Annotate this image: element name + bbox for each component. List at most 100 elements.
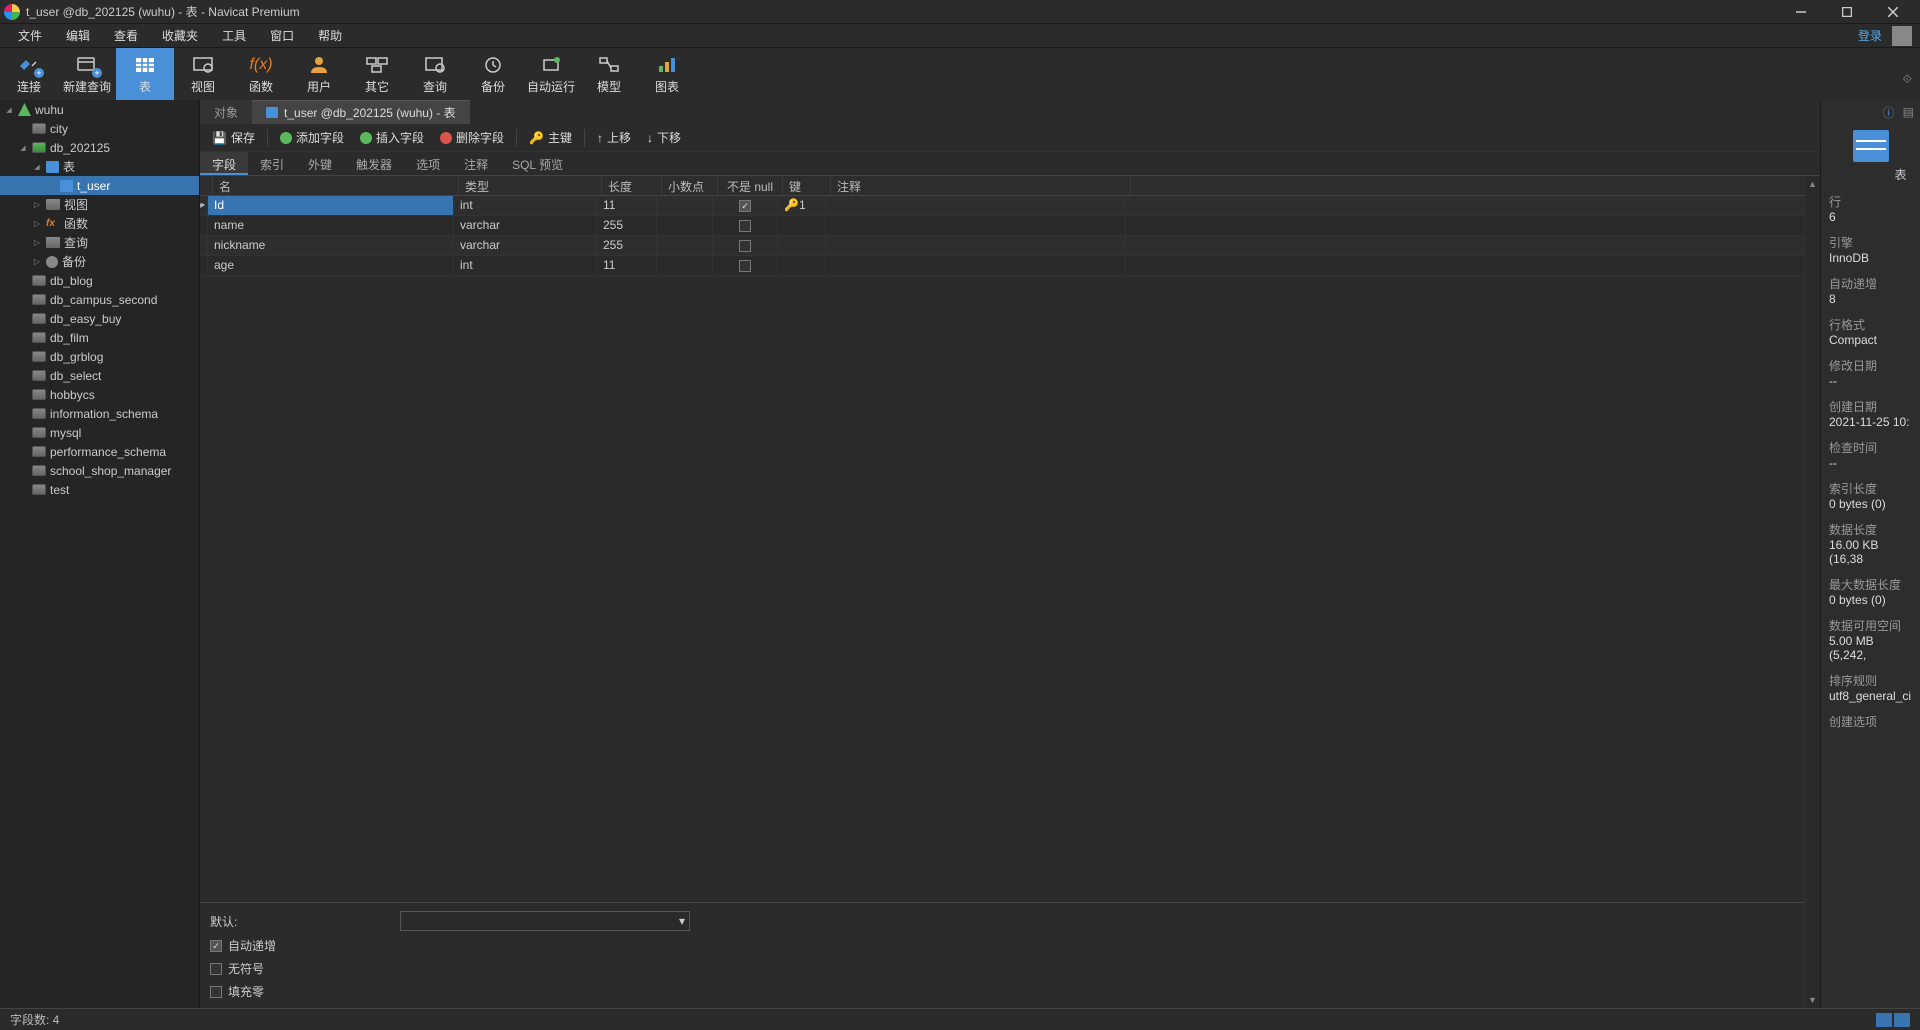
tab-sql-preview[interactable]: SQL 预览 — [500, 152, 575, 175]
close-button[interactable] — [1870, 1, 1916, 23]
col-type[interactable]: 类型 — [459, 176, 602, 195]
status-indicator-2[interactable] — [1894, 1013, 1910, 1027]
tab-options[interactable]: 选项 — [404, 152, 452, 175]
tab-comment[interactable]: 注释 — [452, 152, 500, 175]
tab-foreign-keys[interactable]: 外键 — [296, 152, 344, 175]
menu-tools[interactable]: 工具 — [210, 24, 258, 47]
tab-indexes[interactable]: 索引 — [248, 152, 296, 175]
tool-new-query[interactable]: +新建查询 — [58, 48, 116, 100]
expand-arrow-icon[interactable] — [32, 199, 42, 210]
menu-view[interactable]: 查看 — [102, 24, 150, 47]
tree-item[interactable]: performance_schema — [0, 442, 199, 461]
move-up-button[interactable]: ↑上移 — [591, 127, 637, 148]
tab-objects[interactable]: 对象 — [200, 100, 252, 124]
notnull-checkbox[interactable] — [739, 260, 751, 272]
tree-connection[interactable]: wuhu — [0, 100, 199, 119]
tree-item[interactable]: information_schema — [0, 404, 199, 423]
col-length[interactable]: 长度 — [602, 176, 662, 195]
default-select[interactable]: ▾ — [400, 911, 690, 931]
status-indicator-1[interactable] — [1876, 1013, 1892, 1027]
col-notnull[interactable]: 不是 null — [718, 176, 783, 195]
tree-item[interactable]: fx函数 — [0, 214, 199, 233]
tool-function[interactable]: f(x)函数 — [232, 48, 290, 100]
expand-arrow-icon[interactable] — [32, 218, 42, 229]
tool-view[interactable]: 视图 — [174, 48, 232, 100]
save-button[interactable]: 💾保存 — [206, 127, 261, 148]
expand-arrow-icon[interactable] — [32, 256, 42, 267]
menu-file[interactable]: 文件 — [6, 24, 54, 47]
add-field-button[interactable]: 添加字段 — [274, 127, 350, 148]
expand-arrow-icon[interactable] — [18, 142, 28, 153]
notnull-checkbox[interactable] — [739, 240, 751, 252]
menu-help[interactable]: 帮助 — [306, 24, 354, 47]
table-row[interactable]: ageint11 — [200, 256, 1804, 276]
tool-connection[interactable]: +连接 — [0, 48, 58, 100]
database-icon — [32, 142, 46, 153]
expand-arrow-icon[interactable] — [32, 237, 42, 248]
move-down-button[interactable]: ↓下移 — [641, 127, 687, 148]
database-icon — [32, 332, 46, 343]
minimize-button[interactable] — [1778, 1, 1824, 23]
tree-item[interactable]: db_202125 — [0, 138, 199, 157]
col-decimal[interactable]: 小数点 — [662, 176, 718, 195]
tool-other[interactable]: 其它 — [348, 48, 406, 100]
status-bar: 字段数: 4 — [0, 1008, 1920, 1030]
user-avatar[interactable] — [1892, 26, 1912, 46]
tool-automation[interactable]: 自动运行 — [522, 48, 580, 100]
tab-table-designer[interactable]: t_user @db_202125 (wuhu) - 表 — [252, 100, 470, 124]
tool-model[interactable]: 模型 — [580, 48, 638, 100]
zerofill-checkbox[interactable] — [210, 986, 222, 998]
fields-grid[interactable]: 名 类型 长度 小数点 不是 null 键 注释 ▸Idint11🔑1namev… — [200, 176, 1804, 1008]
tab-fields[interactable]: 字段 — [200, 152, 248, 175]
tree-item[interactable]: db_film — [0, 328, 199, 347]
notnull-checkbox[interactable] — [739, 220, 751, 232]
tool-user[interactable]: 用户 — [290, 48, 348, 100]
tool-table[interactable]: 表 — [116, 48, 174, 100]
tree-item[interactable]: hobbycs — [0, 385, 199, 404]
tree-item[interactable]: 查询 — [0, 233, 199, 252]
insert-field-button[interactable]: 插入字段 — [354, 127, 430, 148]
primary-key-button[interactable]: 🔑主键 — [523, 127, 578, 148]
delete-field-button[interactable]: 删除字段 — [434, 127, 510, 148]
vertical-scrollbar[interactable]: ▲▼ — [1804, 176, 1820, 1008]
tree-item[interactable]: db_blog — [0, 271, 199, 290]
tree-item[interactable]: 视图 — [0, 195, 199, 214]
menu-favorites[interactable]: 收藏夹 — [150, 24, 210, 47]
table-row[interactable]: nicknamevarchar255 — [200, 236, 1804, 256]
tree-item[interactable]: db_campus_second — [0, 290, 199, 309]
tool-query[interactable]: 查询 — [406, 48, 464, 100]
tool-chart[interactable]: 图表 — [638, 48, 696, 100]
tool-backup[interactable]: 备份 — [464, 48, 522, 100]
unsigned-checkbox[interactable] — [210, 963, 222, 975]
notnull-checkbox[interactable] — [739, 200, 751, 212]
tree-item[interactable]: db_grblog — [0, 347, 199, 366]
tree-item[interactable]: db_select — [0, 366, 199, 385]
expand-arrow-icon[interactable] — [32, 161, 42, 172]
panel-icon-left[interactable]: ⟐ — [1903, 72, 1912, 87]
tree-item[interactable]: db_easy_buy — [0, 309, 199, 328]
table-row[interactable]: namevarchar255 — [200, 216, 1804, 236]
up-arrow-icon: ↑ — [597, 131, 603, 145]
connection-tree[interactable]: wuhu citydb_202125表t_user视图fx函数查询备份db_bl… — [0, 100, 200, 1008]
property-label: 行 — [1829, 193, 1912, 210]
tree-item[interactable]: city — [0, 119, 199, 138]
tree-item-label: db_campus_second — [50, 293, 157, 307]
tree-item[interactable]: 表 — [0, 157, 199, 176]
tree-item[interactable]: mysql — [0, 423, 199, 442]
maximize-button[interactable] — [1824, 1, 1870, 23]
col-comment[interactable]: 注释 — [831, 176, 1131, 195]
table-row[interactable]: ▸Idint11🔑1 — [200, 196, 1804, 216]
tree-item[interactable]: test — [0, 480, 199, 499]
menu-window[interactable]: 窗口 — [258, 24, 306, 47]
list-icon[interactable]: ▤ — [1903, 105, 1914, 119]
auto-increment-checkbox[interactable] — [210, 940, 222, 952]
tab-triggers[interactable]: 触发器 — [344, 152, 404, 175]
col-name[interactable]: 名 — [213, 176, 459, 195]
tree-item[interactable]: 备份 — [0, 252, 199, 271]
info-icon[interactable]: ⓘ — [1883, 104, 1895, 121]
tree-item[interactable]: school_shop_manager — [0, 461, 199, 480]
col-key[interactable]: 键 — [783, 176, 831, 195]
login-link[interactable]: 登录 — [1850, 27, 1890, 44]
tree-item[interactable]: t_user — [0, 176, 199, 195]
menu-edit[interactable]: 编辑 — [54, 24, 102, 47]
